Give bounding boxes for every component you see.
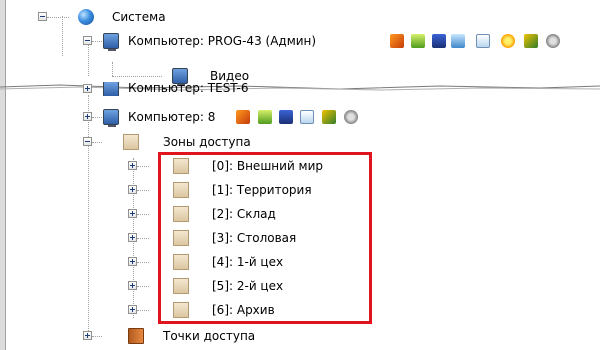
tree-node-label: Компьютер: TEST-6: [128, 82, 249, 95]
tree-node-label: Компьютер: 8: [128, 110, 216, 124]
expand-toggle[interactable]: [83, 331, 92, 340]
tree-line: [137, 262, 149, 263]
tree-node-access-zones[interactable]: Зоны доступа: [0, 131, 600, 153]
monitor-icon[interactable]: [432, 34, 446, 48]
camera-icon[interactable]: [546, 34, 560, 48]
wand-icon[interactable]: [390, 34, 404, 48]
computer-icon: [103, 109, 119, 127]
tree-node-label: Компьютер: PROG-43 (Админ): [128, 34, 317, 48]
collapse-toggle[interactable]: [38, 12, 47, 21]
folder-icon[interactable]: [411, 34, 425, 48]
document-icon[interactable]: [476, 34, 490, 48]
tree-line: [92, 41, 102, 42]
document-icon[interactable]: [451, 34, 465, 48]
folder-icon[interactable]: [258, 110, 272, 124]
tree-line: [137, 286, 149, 287]
tree-line: [137, 310, 149, 311]
tree-node-label: Точки доступа: [163, 329, 256, 343]
tree-line: [112, 76, 162, 77]
computer-icon: [103, 33, 119, 51]
expand-toggle[interactable]: [128, 257, 137, 266]
tree-node-access-points[interactable]: Точки доступа: [0, 325, 600, 347]
tree-line: [137, 214, 149, 215]
tree-line: [47, 17, 69, 18]
tree-line: [137, 190, 149, 191]
tree-line: [137, 238, 149, 239]
tree-node-system[interactable]: Система: [0, 6, 600, 28]
tree-node-computer-8[interactable]: Компьютер: 8: [0, 106, 600, 128]
tree-node-label: Система: [112, 10, 166, 24]
tree-line: [92, 142, 102, 143]
expand-toggle[interactable]: [83, 112, 92, 121]
tree-line: [92, 117, 102, 118]
highlight-frame: [158, 152, 372, 324]
wand-icon[interactable]: [236, 110, 250, 124]
tree-node-computer-prog43[interactable]: Компьютер: PROG-43 (Админ): [0, 30, 600, 52]
tree-node-label: Зоны доступа: [163, 135, 251, 149]
sun-icon[interactable]: [501, 34, 515, 48]
expand-toggle[interactable]: [128, 161, 137, 170]
door-icon: [128, 328, 144, 344]
cards-icon[interactable]: [524, 34, 538, 48]
expand-toggle[interactable]: [128, 185, 137, 194]
camera-icon[interactable]: [344, 110, 358, 124]
tree-view: Система Компьютер: PROG-43 (Админ) Видео…: [0, 0, 600, 350]
monitor-icon[interactable]: [279, 110, 293, 124]
collapse-toggle[interactable]: [83, 36, 92, 45]
collapse-toggle[interactable]: [83, 137, 92, 146]
cards-icon[interactable]: [322, 110, 336, 124]
computer-icon: [103, 82, 119, 96]
zone-icon: [123, 134, 139, 150]
tree-line: [92, 336, 102, 337]
expand-toggle[interactable]: [83, 84, 92, 93]
expand-toggle[interactable]: [128, 281, 137, 290]
document-icon[interactable]: [300, 110, 314, 124]
tree-line: [137, 166, 149, 167]
expand-toggle[interactable]: [128, 233, 137, 242]
globe-icon: [78, 9, 94, 25]
expand-toggle[interactable]: [128, 209, 137, 218]
expand-toggle[interactable]: [128, 305, 137, 314]
tree-node-computer-test6[interactable]: Компьютер: TEST-6: [0, 82, 600, 96]
